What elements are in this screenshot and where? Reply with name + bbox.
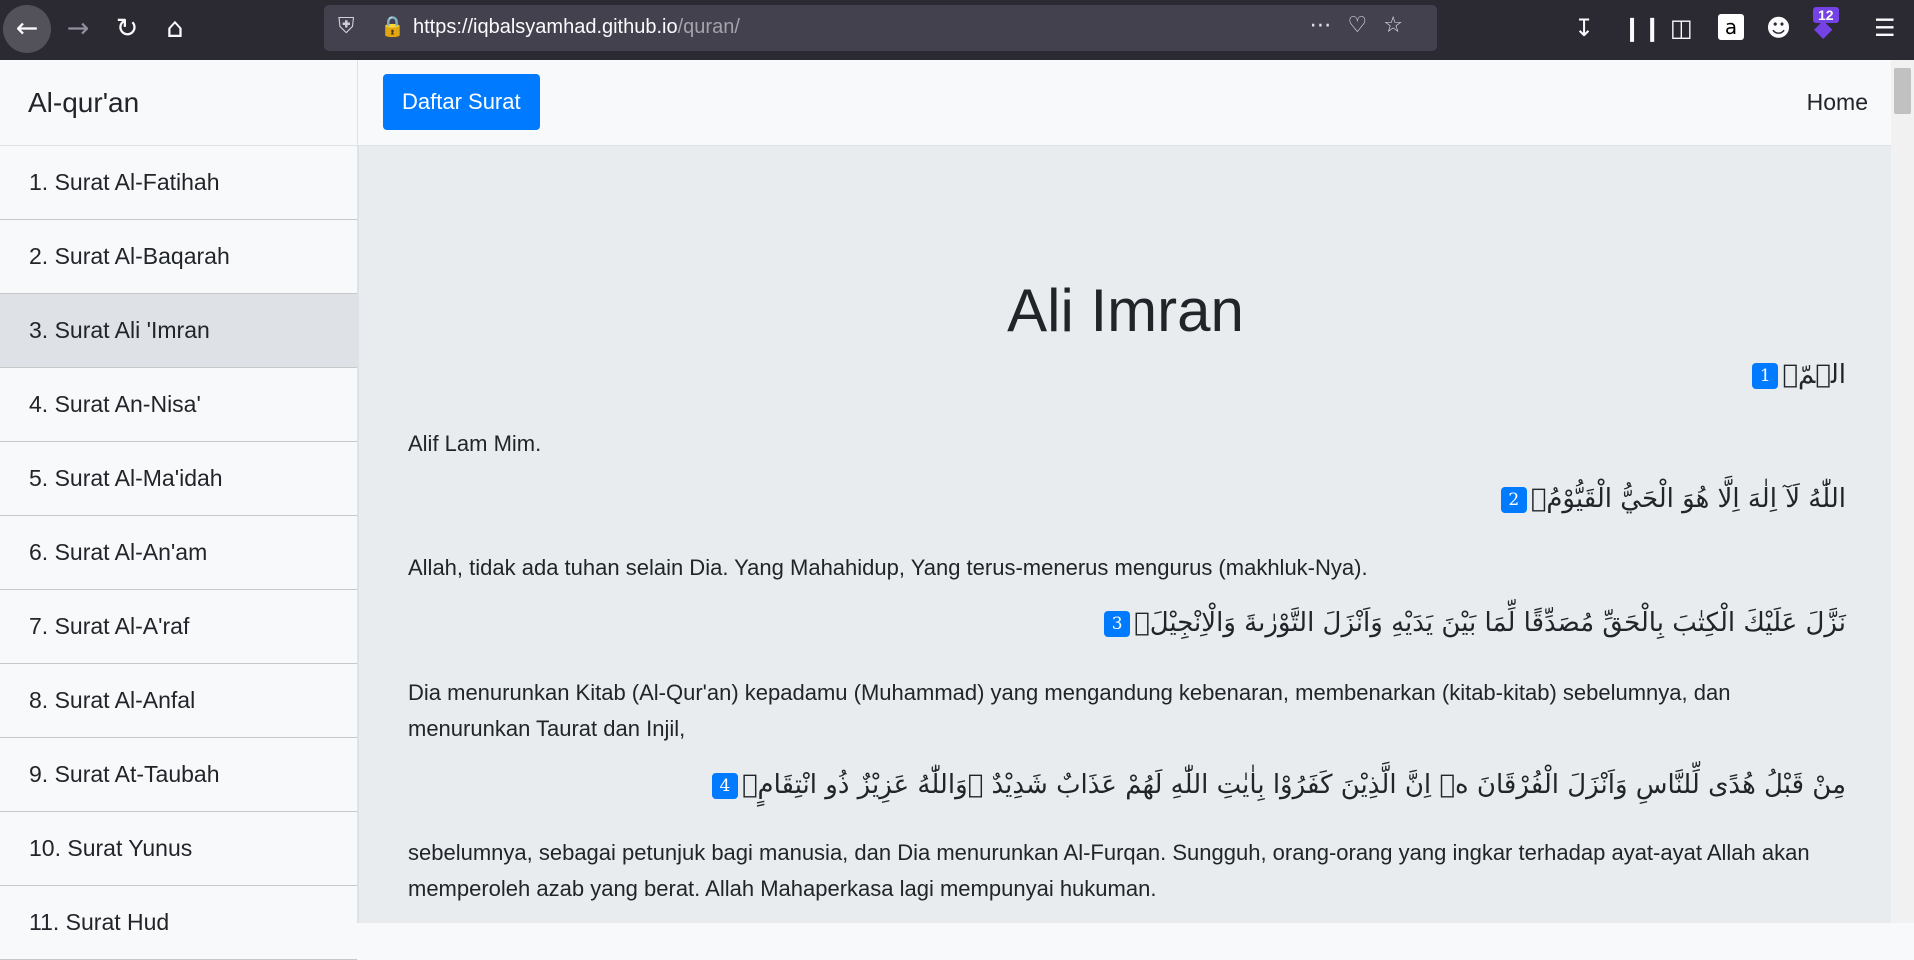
sidebar-item-an-nisa[interactable]: 4. Surat An-Nisa': [0, 368, 357, 442]
vertical-scrollbar[interactable]: [1891, 60, 1914, 923]
ayah-translation: sebelumnya, sebagai petunjuk bagi manusi…: [408, 840, 1810, 901]
ayah-number-badge: 1: [1752, 362, 1779, 389]
ayah-arabic-text: الۤمّۤ: [1782, 360, 1846, 390]
ayah-arabic-text: اللّٰهُ لَآ اِلٰهَ اِلَّا هُوَ الْحَيُّ …: [1530, 484, 1846, 514]
sidebar-item-al-baqarah[interactable]: 2. Surat Al-Baqarah: [0, 220, 357, 294]
back-arrow-icon[interactable]: ←: [10, 12, 44, 46]
browser-toolbar: ← → ↻ ⌂ ⛨ 🔒 https://iqbalsyamhad.github.…: [0, 0, 1914, 60]
brand-title[interactable]: Al-qur'an: [0, 60, 357, 146]
sidebar-item-al-anfal[interactable]: 8. Surat Al-Anfal: [0, 664, 357, 738]
ayah-arabic-text: نَزَّلَ عَلَيْكَ الْكِتٰبَ بِالْحَقِّ مُ…: [1134, 608, 1846, 638]
ayah-arabic-text: مِنْ قَبْلُ هُدًى لِّلنَّاسِ وَاَنْزَلَ …: [741, 770, 1846, 800]
library-icon[interactable]: ❙❙: [1622, 14, 1662, 42]
sidebar-item-ali-imran[interactable]: 3. Surat Ali 'Imran: [0, 294, 357, 368]
download-icon[interactable]: ↧: [1574, 14, 1594, 42]
sidebar-item-al-anam[interactable]: 6. Surat Al-An'am: [0, 516, 357, 590]
lock-icon[interactable]: 🔒: [380, 14, 405, 38]
surah-title: Ali Imran: [1007, 277, 1244, 344]
menu-icon[interactable]: ☰: [1874, 14, 1896, 42]
ayah-number-badge: 2: [1500, 486, 1527, 513]
forward-arrow-icon[interactable]: →: [61, 12, 95, 46]
more-icon[interactable]: ⋯: [1310, 13, 1348, 38]
ayah-translation: Dia menurunkan Kitab (Al-Qur'an) kepadam…: [408, 680, 1731, 741]
sidebar-icon[interactable]: ◫: [1670, 14, 1693, 42]
ayah-arabic: اللّٰهُ لَآ اِلٰهَ اِلَّا هُوَ الْحَيُّ …: [1500, 484, 1846, 514]
url-path: /quran/: [677, 16, 740, 38]
shield-icon[interactable]: ⛨: [338, 14, 355, 39]
ayah-number-badge: 4: [711, 772, 738, 799]
sidebar-item-yunus[interactable]: 10. Surat Yunus: [0, 812, 357, 886]
sidebar-item-al-fatihah[interactable]: 1. Surat Al-Fatihah: [0, 146, 357, 220]
home-link[interactable]: Home: [1807, 60, 1868, 145]
sidebar: Al-qur'an 1. Surat Al-Fatihah 2. Surat A…: [0, 60, 358, 960]
sidebar-item-at-taubah[interactable]: 9. Surat At-Taubah: [0, 738, 357, 812]
url-host: https://iqbalsyamhad.github.io: [413, 16, 678, 38]
sidebar-item-hud[interactable]: 11. Surat Hud: [0, 886, 357, 960]
ayah-arabic: مِنْ قَبْلُ هُدًى لِّلنَّاسِ وَاَنْزَلَ …: [711, 770, 1846, 800]
ayah-arabic: نَزَّلَ عَلَيْكَ الْكِتٰبَ بِالْحَقِّ مُ…: [1104, 608, 1846, 638]
url-text[interactable]: https://iqbalsyamhad.github.io/quran/: [413, 16, 740, 39]
address-bar[interactable]: ⛨ 🔒 https://iqbalsyamhad.github.io/quran…: [324, 5, 1437, 51]
surah-content: Ali Imran الۤمّۤ1 Alif Lam Mim. اللّٰهُ …: [358, 146, 1892, 923]
scrollbar-thumb[interactable]: [1894, 68, 1911, 114]
pocket-icon[interactable]: ♡: [1348, 13, 1384, 38]
top-navbar: Daftar Surat Home: [358, 60, 1914, 146]
sidebar-item-al-maidah[interactable]: 5. Surat Al-Ma'idah: [0, 442, 357, 516]
page-actions: ⋯♡☆: [1310, 13, 1419, 38]
ayah-translation: Allah, tidak ada tuhan selain Dia. Yang …: [408, 555, 1368, 580]
sidebar-item-al-araf[interactable]: 7. Surat Al-A'raf: [0, 590, 357, 664]
reload-icon[interactable]: ↻: [110, 12, 144, 46]
daftar-surat-button[interactable]: Daftar Surat: [383, 74, 540, 130]
ayah-arabic: الۤمّۤ1: [1752, 360, 1846, 390]
ayah-number-badge: 3: [1104, 610, 1131, 637]
bookmark-star-icon[interactable]: ☆: [1383, 13, 1419, 38]
home-icon[interactable]: ⌂: [158, 12, 192, 46]
notification-badge: 12: [1813, 7, 1839, 23]
amazon-icon[interactable]: a: [1718, 14, 1744, 40]
account-icon[interactable]: ☻: [1766, 14, 1791, 42]
ayah-translation: Alif Lam Mim.: [408, 431, 542, 456]
